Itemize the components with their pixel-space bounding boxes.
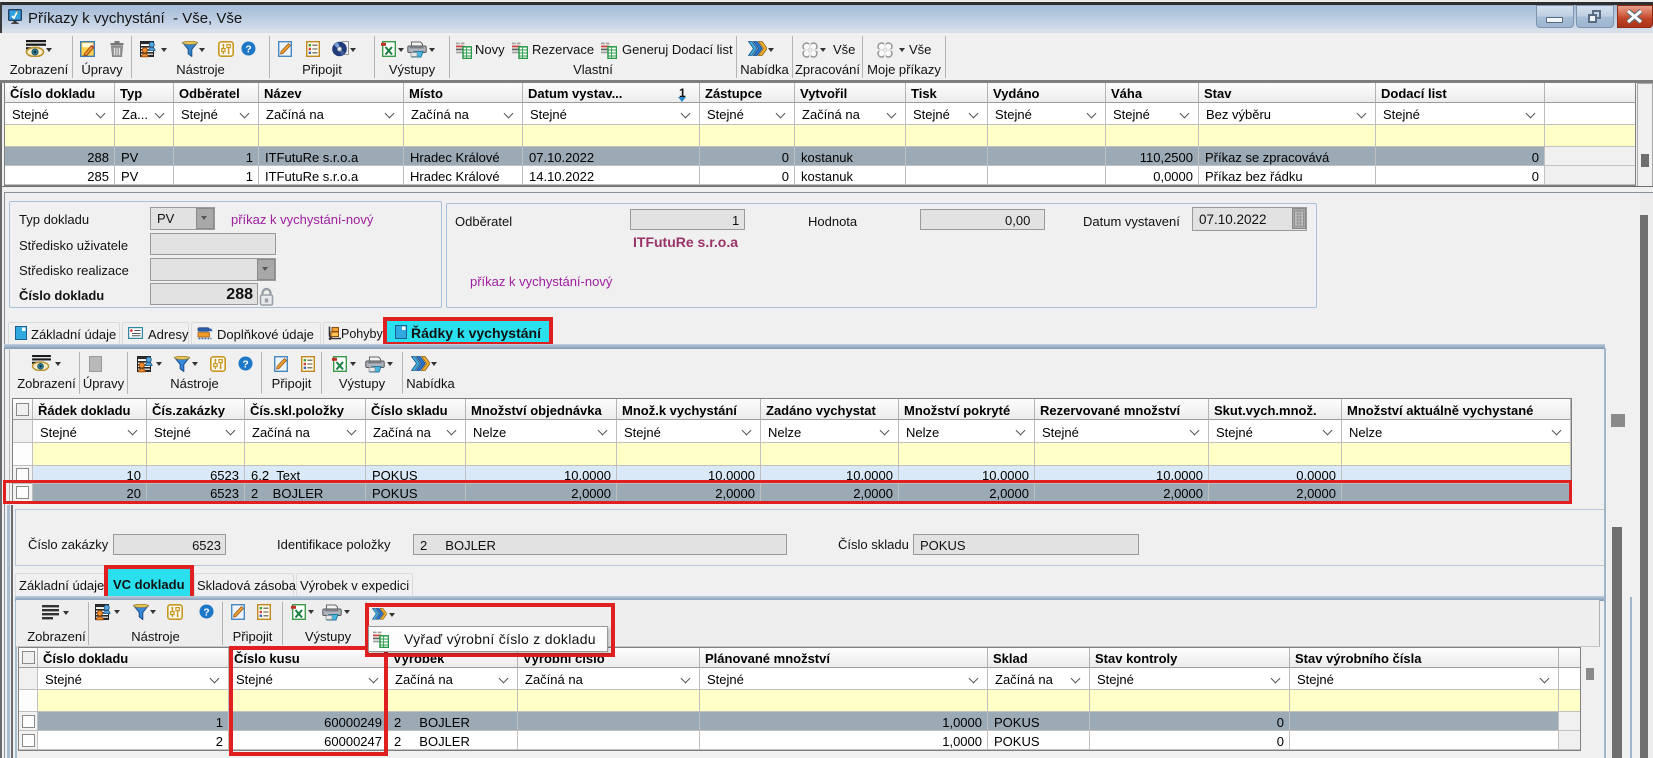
svg-text:?: ? bbox=[245, 44, 251, 55]
svg-text:?: ? bbox=[203, 607, 209, 618]
svg-text:?: ? bbox=[242, 359, 248, 370]
